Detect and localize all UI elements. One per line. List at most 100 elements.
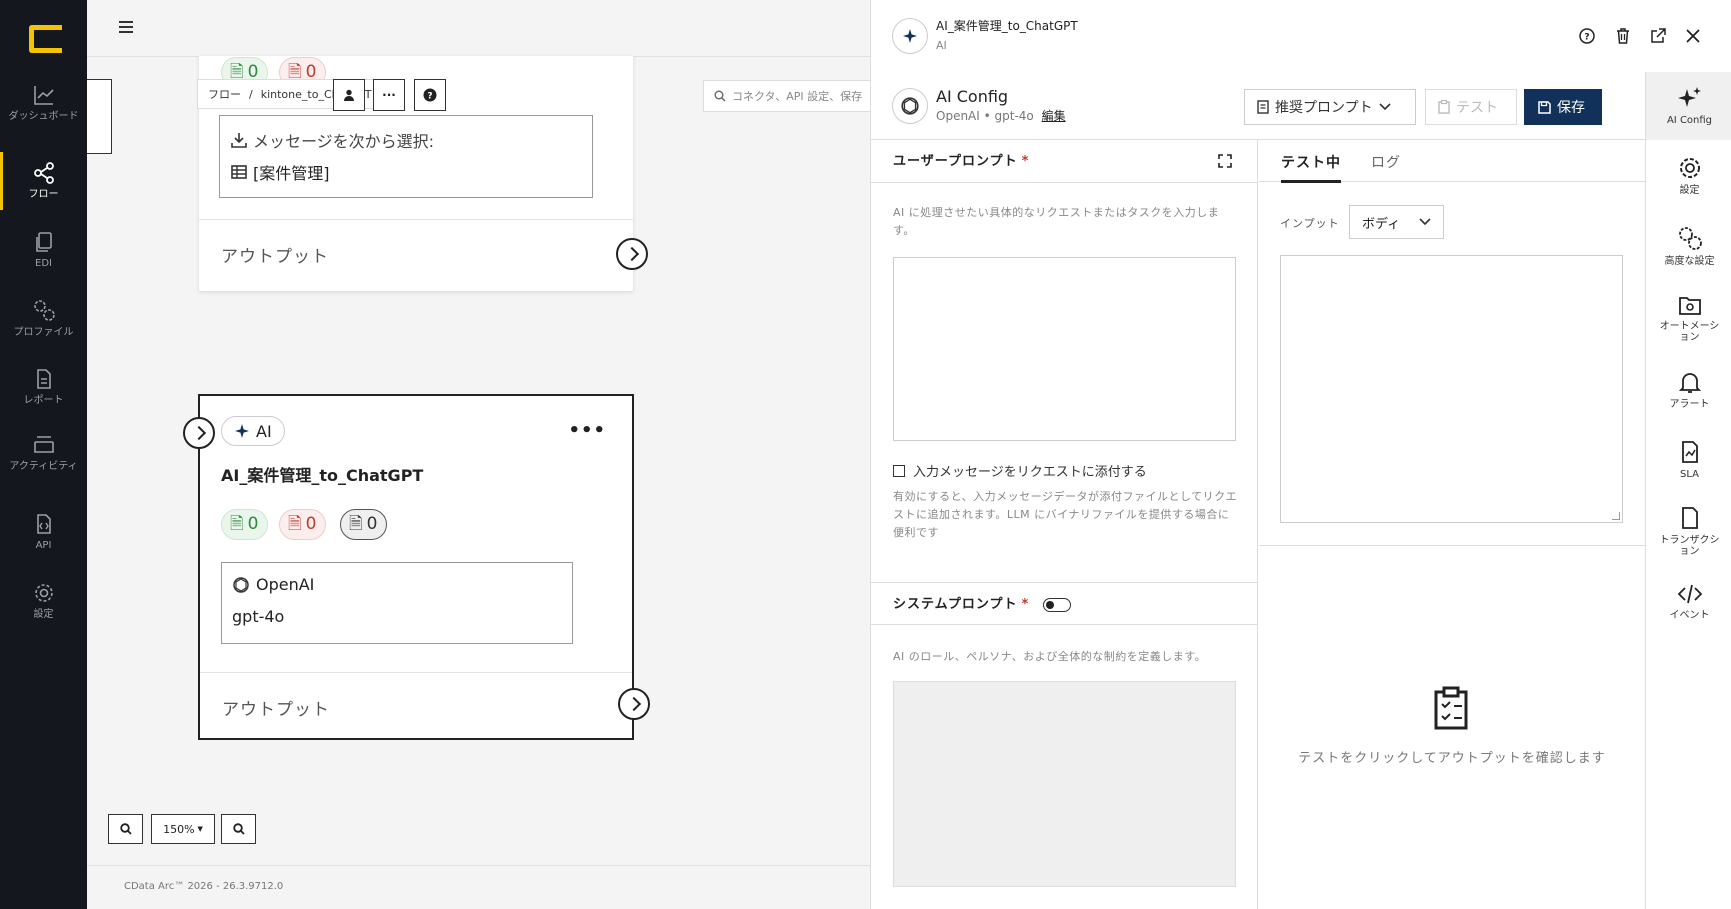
help-button[interactable]: ? — [1576, 25, 1598, 47]
breadcrumb-root[interactable]: フロー — [208, 86, 241, 102]
more-options-button[interactable]: ··· — [373, 79, 405, 111]
zoom-level: 150% — [163, 822, 195, 836]
zoom-in-icon — [119, 823, 132, 835]
error-count-badge[interactable]: 🗎 0 — [279, 509, 326, 540]
success-count-badge[interactable]: 🗎 0 — [221, 509, 268, 540]
test-input-textarea[interactable] — [1280, 255, 1623, 523]
panel-header: AI_案件管理_to_ChatGPT AI ? — [871, 0, 1700, 72]
folder-gear-icon — [1678, 297, 1701, 315]
attach-message-checkbox[interactable] — [893, 464, 905, 477]
rail-item-ai-config[interactable]: AI Config — [1646, 72, 1731, 140]
user-button[interactable] — [333, 79, 365, 111]
table-icon — [231, 165, 247, 179]
nav-label: 設定 — [33, 609, 54, 620]
prompt-column: ユーザープロンプト * AI に処理させたい具体的なリクエストまたはタスクを入力し… — [871, 140, 1258, 909]
openai-logo-icon — [233, 576, 249, 593]
flow-canvas[interactable]: 🗎 0 🗎 0 メッセージを次から選択: [案件管理] アウトプット フロー / k… — [87, 0, 870, 909]
zoom-in-button[interactable] — [108, 814, 143, 844]
rail-item-transactions[interactable]: トランザクション — [1646, 506, 1731, 557]
output-row: アウトプット — [200, 672, 632, 738]
required-mark: * — [1021, 597, 1030, 612]
user-prompt-textarea[interactable] — [893, 257, 1236, 441]
zoom-out-button[interactable] — [221, 814, 256, 844]
hamburger-icon[interactable] — [119, 21, 133, 33]
attach-message-checkbox-row[interactable]: 入力メッセージをリクエストに添付する — [893, 461, 1147, 480]
collapsed-panel-tab[interactable] — [87, 79, 112, 154]
nav-item-flow[interactable]: フロー — [0, 152, 87, 210]
pending-count-badge[interactable]: 🗎 0 — [340, 509, 387, 540]
rail-item-advanced-settings[interactable]: 高度な設定 — [1646, 225, 1731, 267]
nav-label: ダッシュボード — [8, 111, 79, 122]
nav-item-dashboard[interactable]: ダッシュボード — [0, 84, 87, 122]
toggle-knob — [1046, 601, 1054, 609]
node-menu-button[interactable]: ••• — [568, 420, 606, 441]
external-link-icon — [1651, 28, 1666, 43]
help-button[interactable]: ? — [414, 79, 446, 111]
resize-handle-icon[interactable] — [1612, 512, 1620, 520]
gears-icon — [1678, 227, 1702, 250]
provider-box[interactable]: OpenAI gpt-4o — [221, 562, 573, 644]
nav-item-profile[interactable]: プロファイル — [0, 298, 87, 338]
svg-text:?: ? — [427, 92, 432, 102]
nav-item-activity[interactable]: アクティビティ — [0, 434, 87, 472]
version-footer: CData Arc™ 2026 - 26.3.9712.0 — [124, 881, 284, 892]
node-type-badge: AI — [221, 416, 285, 446]
help-icon: ? — [1579, 28, 1595, 44]
footer-divider — [87, 865, 870, 866]
tab-testing[interactable]: テスト中 — [1281, 152, 1341, 183]
save-button[interactable]: 保存 — [1524, 89, 1602, 125]
config-rail: AI Config 設定 高度な設定 オートメーション アラート SLA トラン… — [1645, 72, 1731, 909]
delete-button[interactable] — [1612, 25, 1634, 47]
open-external-button[interactable] — [1647, 25, 1669, 47]
tab-log[interactable]: ログ — [1371, 152, 1401, 172]
message-select-box[interactable]: メッセージを次から選択: [案件管理] — [219, 115, 593, 198]
breadcrumb-separator: / — [249, 87, 253, 101]
rail-item-events[interactable]: イベント — [1646, 583, 1731, 621]
nav-label: API — [35, 540, 52, 551]
search-icon — [714, 90, 726, 102]
attach-message-help: 有効にすると、入力メッセージデータが添付ファイルとしてリクエストに追加されます。… — [893, 490, 1238, 539]
recommended-prompt-dropdown[interactable]: 推奨プロンプト — [1244, 89, 1416, 125]
layers-icon — [33, 436, 54, 453]
search-input[interactable]: コネクタ、API 設定、保存 — [703, 80, 870, 112]
rail-item-sla[interactable]: SLA — [1646, 440, 1731, 480]
system-prompt-toggle[interactable] — [1043, 598, 1071, 612]
config-subtitle: OpenAI • gpt-4o 編集 — [936, 109, 1066, 123]
flow-node-ai[interactable]: AI ••• AI_案件管理_to_ChatGPT 🗎 0 🗎 0 🗎 0 OpenA… — [183, 394, 650, 740]
input-source-select[interactable]: ボディ — [1349, 205, 1444, 239]
close-icon — [1686, 29, 1700, 43]
download-icon — [231, 133, 247, 148]
config-title: AI Config — [936, 87, 1009, 106]
output-connector-button[interactable] — [616, 238, 648, 270]
help-icon: ? — [423, 88, 437, 102]
user-icon — [344, 89, 354, 101]
expand-icon[interactable] — [1218, 154, 1232, 168]
rail-item-automation[interactable]: オートメーション — [1646, 294, 1731, 343]
provider-name: OpenAI — [256, 575, 315, 594]
model-name: gpt-4o — [232, 607, 285, 626]
edit-link[interactable]: 編集 — [1042, 109, 1066, 123]
nav-label: プロファイル — [13, 327, 74, 338]
test-tabs: テスト中 ログ — [1259, 140, 1645, 183]
empty-state-message: テストをクリックしてアウトプットを確認します — [1298, 751, 1606, 766]
sparkles-icon — [903, 29, 917, 43]
nav-item-edi[interactable]: EDI — [0, 231, 87, 269]
user-prompt-header: ユーザープロンプト * — [871, 140, 1258, 183]
zoom-level-select[interactable]: 150% ▼ — [151, 814, 215, 844]
document-icon — [1257, 100, 1269, 114]
node-config-panel: AI_案件管理_to_ChatGPT AI ? AI Config OpenAI… — [870, 0, 1731, 909]
input-connector-button[interactable] — [183, 417, 215, 449]
cdata-logo[interactable] — [29, 25, 62, 53]
openai-logo-icon — [901, 97, 919, 115]
bell-icon — [1678, 373, 1701, 393]
close-button[interactable] — [1682, 25, 1704, 47]
nav-item-report[interactable]: レポート — [0, 368, 87, 406]
select-value: [案件管理] — [253, 164, 330, 183]
chevron-down-icon — [1379, 103, 1391, 111]
nav-item-settings[interactable]: 設定 — [0, 582, 87, 620]
rail-item-alert[interactable]: アラート — [1646, 370, 1731, 410]
test-button[interactable]: テスト — [1425, 89, 1517, 125]
rail-item-settings[interactable]: 設定 — [1646, 156, 1731, 196]
output-connector-button[interactable] — [618, 688, 650, 720]
nav-item-api[interactable]: API — [0, 513, 87, 551]
